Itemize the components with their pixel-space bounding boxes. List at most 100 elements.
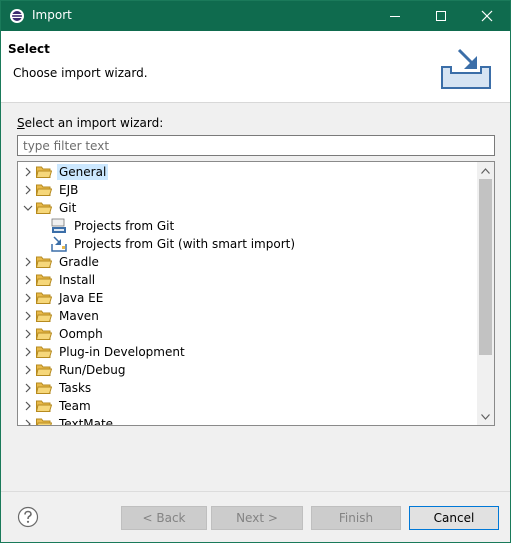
chevron-right-icon [25,257,31,267]
import-wizard-icon [441,48,491,89]
tree-item-install[interactable]: Install [21,271,97,289]
window-title: Import [32,8,72,22]
wizard-tree[interactable]: General EJB Git Projects from Git Projects f… [17,161,495,426]
minimize-button[interactable] [372,1,418,31]
back-button-label: < Back [142,511,186,525]
title-bar[interactable]: Import [1,1,510,31]
folder-icon [36,166,52,178]
expand-toggle[interactable] [21,343,35,361]
tree-item-maven[interactable]: Maven [21,307,101,325]
next-button-label: Next > [236,511,278,525]
finish-button-label: Finish [338,511,374,525]
folder-icon [36,418,52,425]
tree-item-label: TextMate [59,417,114,426]
close-button[interactable] [464,1,510,31]
tree-item-label: Oomph [59,327,103,341]
tree-item-icon [35,361,53,379]
chevron-right-icon [25,401,31,411]
maximize-button[interactable] [418,1,464,31]
tree-item-general[interactable]: General [21,163,109,181]
scroll-down-button[interactable] [477,408,494,425]
vertical-scrollbar[interactable] [477,162,494,425]
folder-icon [36,382,52,394]
page-description: Choose import wizard. [13,66,148,80]
chevron-right-icon [25,347,31,357]
tree-item-projects-from-git-with-smart-import[interactable]: Projects from Git (with smart import) [50,235,297,253]
tree-item-git[interactable]: Git [21,199,78,217]
tree-item-team[interactable]: Team [21,397,93,415]
chevron-right-icon [25,185,31,195]
expand-toggle[interactable] [21,199,35,217]
folder-icon [36,400,52,412]
expand-toggle[interactable] [21,163,35,181]
chevron-down-icon [23,205,33,211]
expand-toggle[interactable] [21,415,35,425]
tree-item-icon [50,217,68,235]
tree-item-tasks[interactable]: Tasks [21,379,93,397]
scroll-thumb[interactable] [479,179,492,355]
filter-label-mnemonic: S [17,116,25,130]
finish-button[interactable]: Finish [311,506,401,530]
tree-item-label: General [57,164,109,180]
expand-toggle[interactable] [21,289,35,307]
tree-item-plug-in-development[interactable]: Plug-in Development [21,343,187,361]
git-repo-icon [51,218,66,233]
chevron-up-icon [481,167,490,174]
expand-toggle[interactable] [21,181,35,199]
next-button[interactable]: Next > [211,506,303,530]
tree-item-gradle[interactable]: Gradle [21,253,101,271]
folder-icon [36,292,52,304]
chevron-right-icon [25,365,31,375]
expand-toggle[interactable] [21,253,35,271]
tree-item-icon [35,379,53,397]
folder-icon [36,310,52,322]
filter-input[interactable] [17,135,495,156]
tree-item-icon [50,235,68,253]
tree-item-ejb[interactable]: EJB [21,181,80,199]
wizard-header: Select Choose import wizard. [1,31,510,103]
folder-icon [36,346,52,358]
import-dialog: Import Select Choose import wizard. Sele… [0,0,511,543]
chevron-right-icon [25,311,31,321]
tree-item-label: Git [59,201,77,215]
tree-item-label: Plug-in Development [59,345,185,359]
tree-item-label: Tasks [59,381,92,395]
scroll-up-button[interactable] [477,162,494,179]
tree-item-label: Maven [59,309,99,323]
git-smart-import-icon [51,236,67,252]
tree-item-icon [35,199,53,217]
expand-toggle[interactable] [21,379,35,397]
close-icon [481,10,493,22]
footer-separator [1,491,510,492]
page-title: Select [8,42,50,56]
tree-item-run-debug[interactable]: Run/Debug [21,361,128,379]
tree-item-textmate[interactable]: TextMate [21,415,115,426]
expand-toggle[interactable] [21,397,35,415]
folder-icon [36,256,52,268]
folder-icon [36,364,52,376]
back-button[interactable]: < Back [121,506,207,530]
filter-label: Select an import wizard: [17,116,163,130]
tree-item-icon [35,397,53,415]
tree-item-oomph[interactable]: Oomph [21,325,105,343]
tree-item-icon [35,163,53,181]
tree-item-label: Team [59,399,91,413]
chevron-right-icon [25,167,31,177]
chevron-right-icon [25,293,31,303]
help-icon[interactable] [17,506,39,528]
expand-toggle[interactable] [21,361,35,379]
expand-toggle[interactable] [21,307,35,325]
tree-item-icon [35,415,53,425]
expand-toggle[interactable] [21,325,35,343]
chevron-right-icon [25,419,31,425]
tree-item-label: Projects from Git [74,219,175,233]
cancel-button[interactable]: Cancel [409,506,499,530]
filter-label-text: elect an import wizard: [24,116,164,130]
tree-item-projects-from-git[interactable]: Projects from Git [50,217,176,235]
tree-item-java-ee[interactable]: Java EE [21,289,105,307]
expand-toggle[interactable] [21,271,35,289]
tree-item-label: Java EE [59,291,104,305]
tree-item-label: Gradle [59,255,99,269]
tree-item-icon [35,253,53,271]
minimize-icon [390,16,400,17]
